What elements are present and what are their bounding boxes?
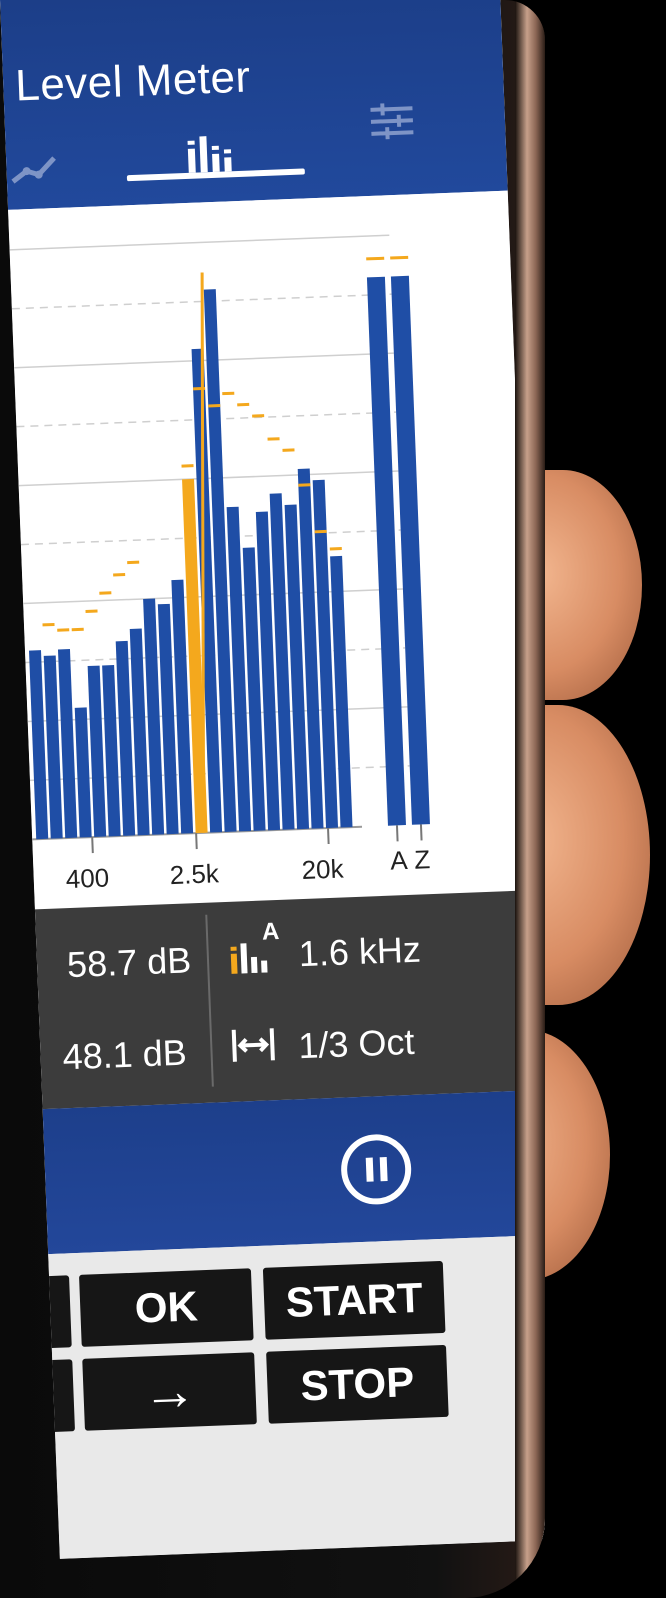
peak-hold-marker bbox=[181, 464, 194, 468]
peak-hold-marker bbox=[42, 622, 55, 627]
overall-label: A bbox=[390, 845, 409, 876]
peak-hold-marker bbox=[127, 560, 140, 565]
instrument-keypad: OK START → STOP bbox=[29, 1234, 545, 1559]
peak-hold-marker bbox=[282, 448, 295, 452]
peak-hold-marker bbox=[208, 404, 221, 408]
pause-button[interactable] bbox=[339, 1133, 413, 1206]
peak-hold-marker bbox=[390, 255, 409, 260]
level-readout-1: 58.7 dB bbox=[66, 939, 192, 986]
next-arrow-button[interactable]: → bbox=[82, 1352, 257, 1431]
tab-settings[interactable] bbox=[366, 98, 418, 144]
tab-trend[interactable] bbox=[10, 145, 71, 187]
peak-hold-marker bbox=[222, 391, 235, 396]
bandwidth-icon bbox=[230, 1024, 278, 1066]
peak-hold-marker bbox=[329, 546, 342, 551]
tick-mark bbox=[327, 827, 330, 845]
tick-mark bbox=[195, 833, 198, 850]
spectrum-chart: A Z 400 2.5k 20k bbox=[8, 190, 535, 910]
phone-frame: Level Meter A Z 400 2.5k 20k 58.7 dB 48.… bbox=[0, 0, 545, 1598]
pause-icon bbox=[365, 1157, 374, 1182]
playback-bar bbox=[42, 1089, 545, 1255]
overall-label: Z bbox=[414, 844, 431, 875]
peak-hold-marker bbox=[57, 628, 70, 632]
level-readout-2: 48.1 dB bbox=[61, 1031, 188, 1078]
peak-hold-marker bbox=[366, 256, 385, 261]
x-tick-label: 20k bbox=[301, 853, 345, 885]
peak-hold-marker bbox=[267, 437, 280, 441]
readout-panel: 58.7 dB 48.1 dB A 1.6 kHz 1/3 Oct bbox=[34, 890, 543, 1110]
stop-button[interactable]: STOP bbox=[266, 1344, 449, 1424]
ok-button[interactable]: OK bbox=[78, 1268, 254, 1347]
tick-mark bbox=[395, 825, 399, 842]
pause-icon bbox=[379, 1157, 388, 1182]
app-screen: Level Meter A Z 400 2.5k 20k 58.7 dB 48.… bbox=[0, 0, 545, 1559]
peak-hold-marker bbox=[252, 414, 265, 418]
band-frequency-readout: 1.6 kHz bbox=[298, 928, 422, 975]
peak-hold-marker bbox=[237, 402, 250, 407]
key-left-partial[interactable] bbox=[29, 1275, 72, 1349]
key-left-partial-2[interactable] bbox=[32, 1359, 75, 1433]
spectrum-plot: A Z 400 2.5k 20k bbox=[9, 234, 431, 894]
peak-hold-marker bbox=[113, 573, 126, 577]
equalizer-sliders-icon bbox=[370, 103, 414, 140]
peak-hold-marker bbox=[85, 609, 98, 613]
app-bar: Level Meter bbox=[0, 0, 508, 210]
tick-mark bbox=[419, 824, 423, 841]
spectrum-bar bbox=[74, 707, 92, 838]
grid-line bbox=[9, 234, 390, 251]
x-tick-label: 2.5k bbox=[169, 858, 220, 890]
bandwidth-readout: 1/3 Oct bbox=[297, 1020, 416, 1067]
peak-hold-marker bbox=[314, 529, 327, 534]
tick-mark bbox=[91, 837, 94, 854]
trend-line-icon bbox=[11, 156, 56, 184]
peak-hold-marker bbox=[71, 627, 84, 632]
peak-hold-marker bbox=[298, 483, 311, 487]
band-weighting-label: A bbox=[261, 917, 280, 946]
readout-divider bbox=[205, 914, 214, 1087]
peak-hold-marker bbox=[99, 591, 112, 595]
page-title: Level Meter bbox=[14, 52, 252, 111]
spectrum-bars-icon bbox=[187, 136, 232, 173]
tab-spectrum[interactable] bbox=[183, 133, 240, 175]
x-tick-label: 400 bbox=[65, 862, 110, 894]
start-button[interactable]: START bbox=[262, 1260, 446, 1340]
